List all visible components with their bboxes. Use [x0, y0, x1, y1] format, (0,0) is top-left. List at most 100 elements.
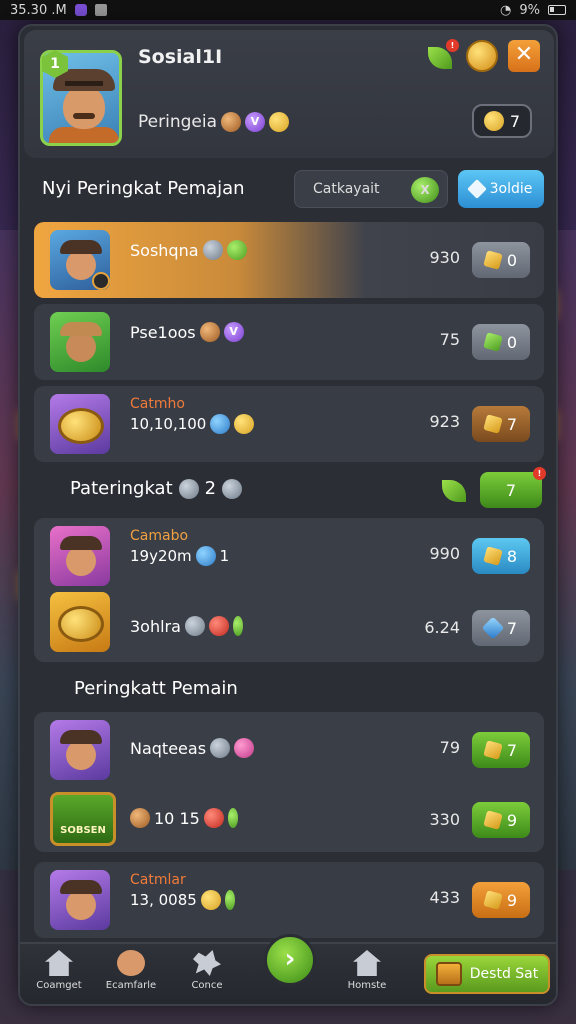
- reward-value: 9: [506, 810, 518, 830]
- grey-gem-icon: [184, 616, 205, 636]
- section-label: Pateringkat 2: [70, 478, 243, 499]
- category-select[interactable]: Catkayait X: [294, 170, 448, 208]
- reward-button[interactable]: 7: [472, 610, 530, 646]
- nav-label: Homste: [347, 980, 387, 991]
- status-time: 35.30 .M: [10, 2, 67, 18]
- row-avatar[interactable]: [50, 720, 110, 780]
- cube-icon: [483, 890, 503, 910]
- blue-gem-icon: [195, 546, 216, 566]
- grey-gem-icon: [210, 738, 231, 758]
- image-notification-icon: [94, 4, 107, 16]
- cube-icon: [483, 546, 503, 566]
- rank-ring-icon: [92, 272, 110, 290]
- battery-icon: [548, 5, 566, 15]
- coin-button[interactable]: [466, 40, 498, 72]
- reward-button[interactable]: 7: [472, 406, 530, 442]
- section-reward-value: 7: [505, 480, 517, 500]
- reward-button[interactable]: 8: [472, 538, 530, 574]
- splash-icon: [193, 950, 221, 976]
- notification-dot: !: [446, 39, 459, 52]
- avatar-hat: [60, 880, 102, 894]
- notification-dot: !: [533, 467, 546, 480]
- ranking-row[interactable]: Pse1oos V 75 0: [34, 304, 544, 380]
- player-name: Soshqna: [130, 240, 199, 260]
- nav-item-home[interactable]: Coamget: [24, 950, 94, 991]
- avatar-icon: [117, 950, 145, 976]
- section-label: Peringkatt Pemain: [74, 678, 238, 699]
- player-title: Catmlar: [130, 872, 186, 888]
- grey-gem-icon: [178, 478, 199, 499]
- cube-icon: [483, 740, 503, 760]
- currency-box[interactable]: 7: [472, 104, 532, 138]
- player-score: 990: [429, 544, 460, 563]
- section-title: Pateringkat: [70, 478, 173, 499]
- sort-button[interactable]: 3oldie: [458, 170, 544, 208]
- section-title: Peringkatt Pemain: [74, 678, 238, 699]
- leaf-button[interactable]: [440, 474, 470, 504]
- avatar-hat: [60, 730, 102, 744]
- play-button[interactable]: ›: [264, 934, 316, 986]
- row-name-line: 3ohlra: [130, 616, 243, 636]
- ranking-group: Naqteeas 79 7 SOBSEN 10 15 330 9: [34, 712, 544, 852]
- pink-gem-icon: [234, 738, 255, 758]
- player-score: 6.24: [424, 618, 460, 637]
- coin-stack-icon: [58, 408, 104, 444]
- avatar-hat: [60, 322, 102, 336]
- row-name-block: Camabo 19y20m 1: [130, 528, 229, 566]
- status-bar: 35.30 .M ◔ 9%: [0, 0, 576, 20]
- section-count: 2: [204, 478, 217, 499]
- nav-item-social[interactable]: Conce: [172, 950, 242, 991]
- top-actions: ! ✕: [426, 39, 540, 72]
- ranking-panel: 1 Sosial1I Peringeia V ! ✕ 7 Nyi Peringk…: [18, 24, 558, 1006]
- player-name: Naqteeas: [130, 738, 207, 758]
- rank-banner-badge: SOBSEN: [50, 792, 116, 846]
- leaf-notification-button[interactable]: !: [426, 39, 459, 71]
- reward-value: 9: [506, 890, 518, 910]
- avatar-face: [66, 250, 96, 280]
- row-avatar[interactable]: [50, 526, 110, 586]
- player-name: 3ohlra: [130, 616, 181, 636]
- player-name: 10,10,100: [130, 415, 207, 433]
- avatar-hat-band: [65, 81, 103, 86]
- profile-subtitle-row: Peringeia V: [138, 112, 289, 132]
- blue-gem-icon: [210, 414, 231, 434]
- wifi-icon: ◔: [500, 2, 512, 18]
- player-score: 75: [439, 330, 460, 349]
- profile-name: Sosial1I: [138, 46, 223, 68]
- nav-item-notifications[interactable]: Homste: [332, 950, 402, 991]
- reward-button[interactable]: 9: [472, 882, 530, 918]
- section-reward-button[interactable]: 7 !: [480, 467, 546, 508]
- ranking-row[interactable]: Catmho 10,10,100 923 7: [34, 386, 544, 462]
- nav-label: Ecamfarle: [105, 980, 157, 991]
- row-sub-line: 19y20m 1: [130, 546, 229, 566]
- red-gem-icon: [203, 808, 224, 828]
- category-icon: X: [411, 177, 439, 203]
- green-gem-icon: [227, 808, 238, 828]
- gold-coin-icon: [483, 111, 504, 131]
- player-title: Camabo: [130, 528, 189, 544]
- bronze-gem-icon: [220, 112, 241, 132]
- ranking-header: Nyi Peringkat Pemajan: [42, 178, 245, 199]
- ranking-row[interactable]: Soshqna 930 0: [34, 222, 544, 298]
- reward-value: 8: [506, 546, 518, 566]
- nav-item-profile[interactable]: Ecamfarle: [96, 950, 166, 991]
- row-sub-line: 10,10,100: [130, 414, 255, 434]
- close-button[interactable]: ✕: [508, 40, 540, 72]
- daily-reward-button[interactable]: Destd Sat: [424, 954, 550, 994]
- green-gem-icon: [232, 616, 243, 636]
- ranking-row[interactable]: Catmlar 13, 0085 433 9: [34, 862, 544, 938]
- reward-button[interactable]: 9: [472, 802, 530, 838]
- bronze-gem-icon: [199, 322, 220, 342]
- category-label: Catkayait: [313, 181, 380, 197]
- reward-button[interactable]: 7: [472, 732, 530, 768]
- gold-gem-icon: [200, 890, 221, 910]
- sort-label: 3oldie: [489, 181, 533, 197]
- reward-button[interactable]: 0: [472, 242, 530, 278]
- reward-value: 7: [506, 618, 518, 638]
- row-avatar[interactable]: [50, 592, 110, 652]
- row-name-line: Naqteeas: [130, 738, 255, 758]
- cta-label: Destd Sat: [469, 966, 539, 982]
- player-score: 930: [429, 248, 460, 267]
- reward-button[interactable]: 0: [472, 324, 530, 360]
- diamond-icon: [481, 616, 505, 640]
